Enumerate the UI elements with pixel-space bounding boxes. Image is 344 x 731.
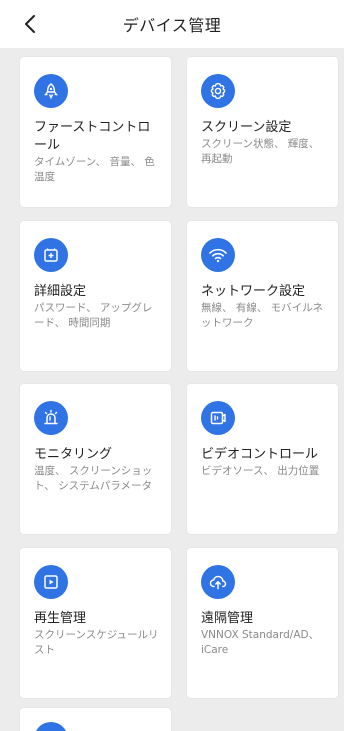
card-title: ファーストコントロール xyxy=(34,120,151,153)
card-advanced-settings[interactable]: 詳細設定 パスワード、 アップグレード、 時間同期 xyxy=(20,221,171,371)
wifi-icon xyxy=(201,238,235,272)
card-remote-management[interactable]: 遠隔管理 VNNOX Standard/AD、 iCare xyxy=(187,548,338,698)
card-description: ビデオソース、 出力位置 xyxy=(201,465,320,477)
card-title: ネットワーク設定 xyxy=(201,284,306,299)
card-description: タイムゾーン、 音量、 色温度 xyxy=(34,156,155,183)
card-title: 詳細設定 xyxy=(34,284,87,299)
card-screen-settings[interactable]: スクリーン設定 スクリーン状態、 輝度、 再起動 xyxy=(187,57,338,207)
card-video-control[interactable]: ビデオコントロール ビデオソース、 出力位置 xyxy=(187,384,338,534)
rocket-icon xyxy=(34,74,68,108)
card-partial[interactable] xyxy=(20,708,171,731)
video-icon xyxy=(201,401,235,435)
card-title: 再生管理 xyxy=(34,611,87,626)
partial-card-icon xyxy=(34,722,68,731)
page-title: デバイス管理 xyxy=(122,16,222,35)
card-description: 無線、 有線、 モバイルネットワーク xyxy=(201,302,324,329)
cloud-upload-icon xyxy=(201,565,235,599)
card-description: パスワード、 アップグレード、 時間同期 xyxy=(34,302,153,329)
gear-icon xyxy=(201,74,235,108)
card-description: スクリーン状態、 輝度、 再起動 xyxy=(201,138,320,165)
card-description: 温度、 スクリーンショット、 システムパラメータ xyxy=(34,465,153,492)
play-icon xyxy=(34,565,68,599)
card-description: スクリーンスケジュールリスト xyxy=(34,629,159,656)
alarm-icon xyxy=(34,401,68,435)
card-description: VNNOX Standard/AD、 iCare xyxy=(201,629,320,656)
battery-plus-icon xyxy=(34,238,68,272)
card-title: 遠隔管理 xyxy=(201,611,254,626)
card-title: スクリーン設定 xyxy=(201,120,292,135)
chevron-left-icon xyxy=(25,15,35,33)
card-first-control[interactable]: ファーストコントロール タイムゾーン、 音量、 色温度 xyxy=(20,57,171,207)
card-network-settings[interactable]: ネットワーク設定 無線、 有線、 モバイルネットワーク xyxy=(187,221,338,371)
card-title: モニタリング xyxy=(34,447,113,462)
app-header: デバイス管理 xyxy=(0,0,344,48)
back-button[interactable] xyxy=(18,12,42,36)
card-monitoring[interactable]: モニタリング 温度、 スクリーンショット、 システムパラメータ xyxy=(20,384,171,534)
card-playback-management[interactable]: 再生管理 スクリーンスケジュールリスト xyxy=(20,548,171,698)
card-title: ビデオコントロール xyxy=(201,447,319,462)
